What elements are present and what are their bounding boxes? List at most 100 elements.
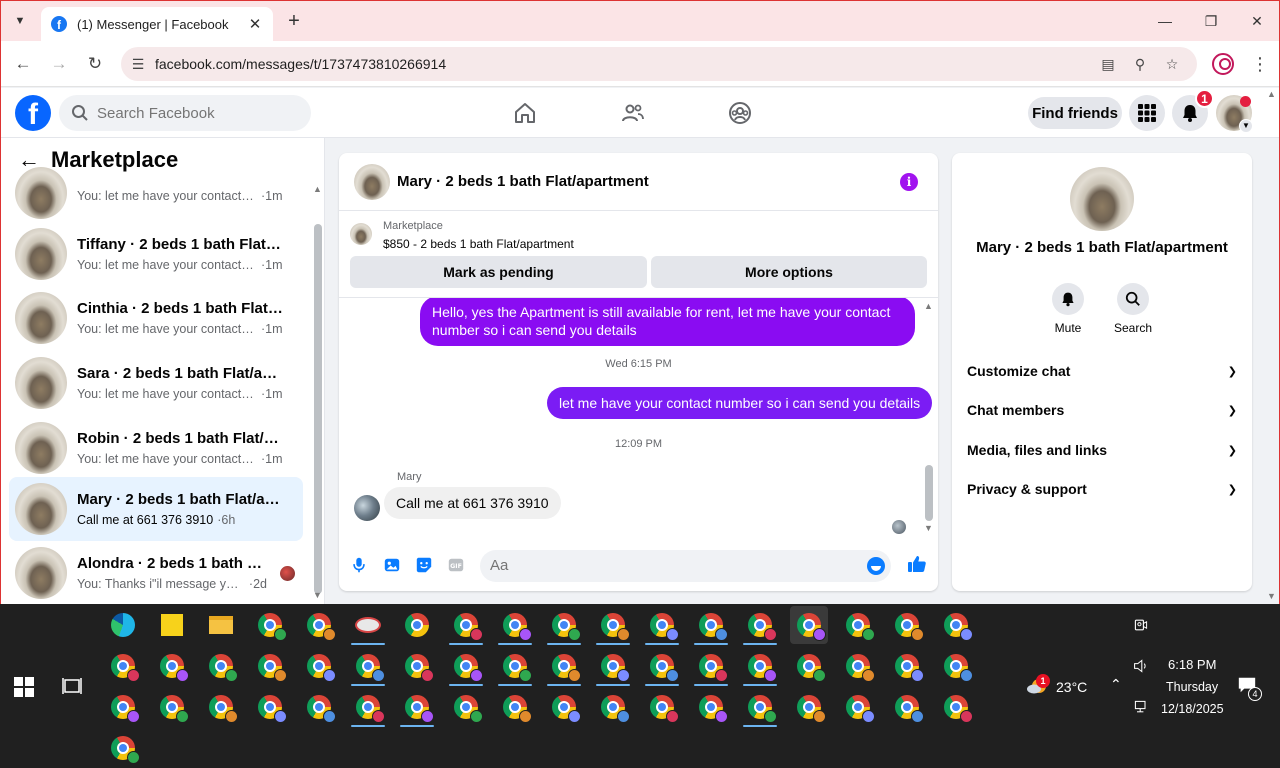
new-tab-button[interactable]: + [283,10,305,32]
reload-icon[interactable]: ↻ [82,51,108,77]
restore-icon[interactable]: ❐ [1188,1,1234,41]
weather-temperature[interactable]: 23°C [1056,679,1087,695]
customize-chat-row[interactable]: Customize chat ❯ [952,353,1252,389]
chrome-profile-icon[interactable] [398,647,436,685]
clock-date[interactable]: 12/18/2025 [1161,702,1224,716]
chrome-icon[interactable] [398,606,436,644]
microphone-icon[interactable] [349,555,369,575]
tab-messenger[interactable]: f (1) Messenger | Facebook ✕ [41,7,273,41]
chrome-profile-icon[interactable] [300,647,338,685]
conversation-item[interactable]: Alondra · 2 beds 1 bath Flat/a... You: T… [9,541,303,604]
chat-scrollbar[interactable]: ▲ ▼ [923,301,935,535]
chrome-profile-icon[interactable] [692,688,730,726]
tab-close-icon[interactable]: ✕ [247,15,263,33]
task-view-icon[interactable] [62,677,82,695]
more-options-button[interactable]: More options [651,256,927,288]
chrome-profile-icon[interactable] [937,647,975,685]
chrome-profile-icon[interactable] [839,647,877,685]
chrome-profile-icon[interactable] [398,688,436,727]
groups-icon[interactable] [725,98,755,128]
search-input[interactable] [97,104,297,122]
chat-members-row[interactable]: Chat members ❯ [952,392,1252,428]
chat-thumbnail[interactable] [354,163,390,200]
listing-thumbnail[interactable] [350,223,372,245]
mute-button[interactable]: Mute [1038,283,1098,335]
clock-time[interactable]: 6:18 PM [1168,657,1216,672]
chrome-profile-icon[interactable] [447,606,485,645]
chrome-profile-icon[interactable] [104,647,142,685]
chrome-profile-icon[interactable] [594,688,632,726]
chrome-profile-icon[interactable] [643,606,681,645]
message-input-field[interactable] [480,550,891,582]
chrome-profile-icon[interactable] [153,647,191,685]
chrome-profile-icon[interactable] [937,688,975,726]
volume-icon[interactable] [1122,647,1160,685]
chrome-profile-icon[interactable] [251,688,289,726]
chrome-profile-icon[interactable] [594,606,632,645]
info-icon[interactable]: i [900,173,918,191]
emoji-icon[interactable] [867,557,885,575]
chrome-profile-icon[interactable] [594,647,632,686]
browser-profile-icon[interactable] [1212,53,1234,75]
chrome-profile-icon[interactable] [790,647,828,685]
scroll-up-icon[interactable]: ▲ [924,301,933,311]
edge-browser-icon[interactable] [104,606,142,644]
sticker-icon[interactable] [414,555,434,575]
listing-title[interactable]: $850 - 2 beds 1 bath Flat/apartment [383,237,574,251]
site-info-icon[interactable]: ☰ [121,56,155,73]
chrome-profile-icon[interactable] [545,606,583,645]
chrome-profile-icon[interactable] [692,606,730,645]
home-icon[interactable] [510,98,540,128]
show-hidden-icons-chevron-up-icon[interactable]: ⌃ [1110,676,1122,693]
page-scroll-down-icon[interactable]: ▼ [1267,591,1276,601]
chrome-profile-icon[interactable] [300,688,338,726]
chrome-profile-icon[interactable] [839,688,877,726]
scrollbar-thumb[interactable] [314,224,322,594]
facebook-logo-icon[interactable]: f [15,95,51,131]
forward-icon[interactable]: → [46,51,72,77]
back-icon[interactable]: ← [10,51,36,77]
pinned-app-icon[interactable] [349,606,387,645]
chrome-profile-icon[interactable] [349,647,387,686]
chrome-profile-icon[interactable] [104,729,142,767]
friends-icon[interactable] [618,98,648,128]
scroll-down-icon[interactable]: ▼ [924,523,933,533]
chrome-profile-icon[interactable] [643,647,681,686]
chrome-profile-icon[interactable] [839,606,877,644]
chrome-profile-icon[interactable] [496,606,534,645]
search-in-chat-button[interactable]: Search [1103,283,1163,335]
chrome-profile-icon[interactable] [937,606,975,644]
chrome-profile-icon[interactable] [349,688,387,727]
chrome-profile-icon[interactable] [888,688,926,726]
conversation-item[interactable]: Sara · 2 beds 1 bath Flat/apartm... You:… [9,351,303,415]
scroll-down-icon[interactable]: ▼ [313,590,322,600]
chrome-profile-icon[interactable] [741,606,779,645]
chrome-profile-icon[interactable] [545,688,583,726]
clock-day[interactable]: Thursday [1166,680,1218,694]
browser-menu-icon[interactable]: ⋮ [1251,53,1269,75]
windows-start-icon[interactable] [14,677,34,697]
like-thumbs-up-icon[interactable] [907,554,927,574]
bookmark-star-icon[interactable]: ☆ [1161,54,1183,74]
find-friends-button[interactable]: Find friends [1028,97,1122,129]
install-app-icon[interactable]: ▤ [1097,54,1119,74]
conversation-item[interactable]: Robin · 2 beds 1 bath Flat/apart... You:… [9,416,303,480]
photo-icon[interactable] [382,555,402,575]
sidebar-scrollbar[interactable]: ▲ ▼ [312,182,324,604]
chrome-profile-icon[interactable] [447,688,485,726]
close-window-icon[interactable]: ✕ [1234,1,1279,41]
gif-icon[interactable]: GIF [446,555,466,575]
chrome-profile-icon[interactable] [692,647,730,686]
sticky-notes-icon[interactable] [153,606,191,644]
chrome-profile-icon[interactable] [741,688,779,727]
zoom-icon[interactable]: ⚲ [1129,54,1151,74]
weather-icon[interactable] [1018,667,1056,705]
conversation-item[interactable]: Tiffany · 2 beds 1 bath Flat/apar... You… [9,222,303,286]
privacy-support-row[interactable]: Privacy & support ❯ [952,471,1252,507]
scroll-up-icon[interactable]: ▲ [313,184,322,194]
chevron-down-icon[interactable]: ▼ [1239,119,1253,133]
minimize-icon[interactable]: — [1142,1,1188,41]
chrome-profile-icon[interactable] [202,647,240,685]
conversation-item-active[interactable]: Mary · 2 beds 1 bath Flat/apart... Call … [9,477,303,541]
chrome-profile-icon[interactable] [888,647,926,685]
